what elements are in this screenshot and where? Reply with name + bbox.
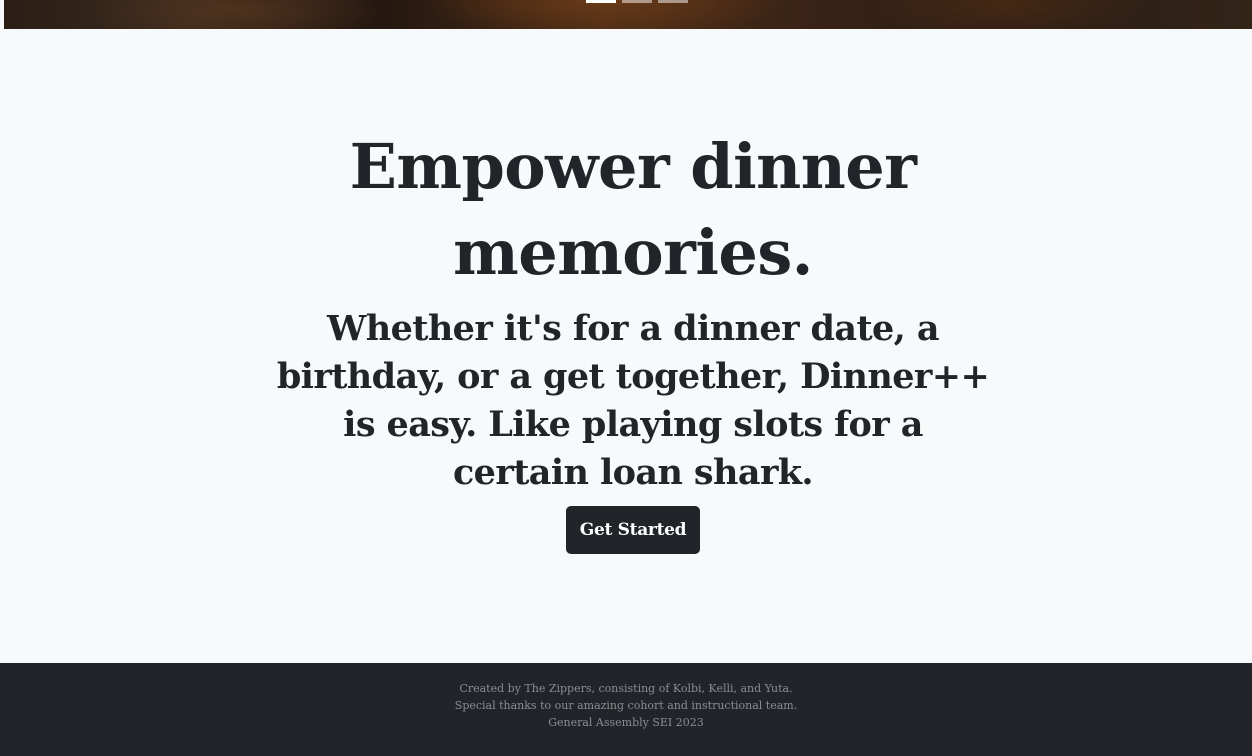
hero-carousel-image (4, 0, 1252, 29)
get-started-button[interactable]: Get Started (566, 506, 700, 554)
hero-section: Empower dinner memories. Whether it's fo… (0, 29, 1252, 663)
footer-program: General Assembly SEI 2023 (548, 716, 704, 729)
carousel-indicators (586, 0, 688, 3)
carousel-indicator-3[interactable] (658, 0, 688, 3)
carousel-indicator-1[interactable] (586, 0, 616, 3)
hero-title: Empower dinner memories. (349, 130, 917, 289)
footer-credits: Created by The Zippers, consisting of Ko… (459, 682, 793, 695)
footer: Created by The Zippers, consisting of Ko… (0, 663, 1252, 756)
footer-thanks: Special thanks to our amazing cohort and… (454, 699, 798, 712)
hero-subtitle: Whether it's for a dinner date, a birthd… (276, 308, 990, 493)
carousel-indicator-2[interactable] (622, 0, 652, 3)
landing-page: Empower dinner memories. Whether it's fo… (0, 0, 1252, 756)
